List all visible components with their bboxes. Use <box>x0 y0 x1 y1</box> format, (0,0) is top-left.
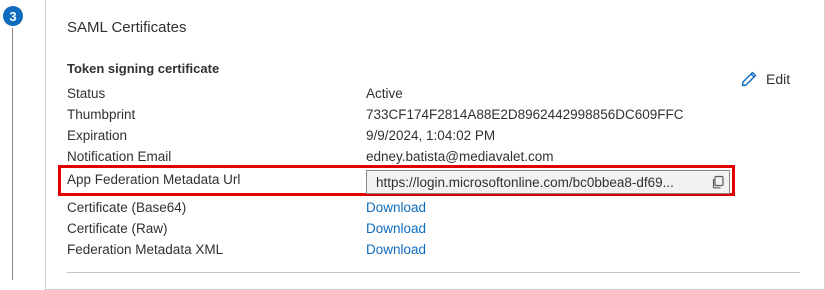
step-connector-line <box>12 28 13 280</box>
status-value: Active <box>366 86 403 101</box>
certificate-raw-download-link[interactable]: Download <box>366 221 426 236</box>
certificate-base64-label: Certificate (Base64) <box>67 200 187 215</box>
section-title: Token signing certificate <box>67 61 220 76</box>
section-divider <box>67 272 800 273</box>
notification-email-label: Notification Email <box>67 149 172 164</box>
thumbprint-value: 733CF174F2814A88E2D8962442998856DC609FFC <box>366 107 684 122</box>
copy-icon[interactable] <box>711 175 725 189</box>
federation-metadata-xml-label: Federation Metadata XML <box>67 242 224 257</box>
edit-button[interactable]: Edit <box>740 70 790 88</box>
certificate-raw-label: Certificate (Raw) <box>67 221 168 236</box>
step-number-badge: 3 <box>3 6 23 26</box>
expiration-value: 9/9/2024, 1:04:02 PM <box>366 128 496 143</box>
app-federation-metadata-url-value: https://login.microsoftonline.com/bc0bbe… <box>376 174 674 190</box>
app-federation-metadata-url-label: App Federation Metadata Url <box>67 172 241 187</box>
status-label: Status <box>67 86 106 101</box>
pencil-icon <box>741 71 757 87</box>
card-title: SAML Certificates <box>67 19 187 36</box>
notification-email-value: edney.batista@mediavalet.com <box>366 149 554 164</box>
federation-metadata-xml-download-link[interactable]: Download <box>366 242 426 257</box>
thumbprint-label: Thumbprint <box>67 107 136 122</box>
certificate-base64-download-link[interactable]: Download <box>366 200 426 215</box>
expiration-label: Expiration <box>67 128 128 143</box>
edit-label: Edit <box>766 71 791 87</box>
app-federation-metadata-url-field[interactable]: https://login.microsoftonline.com/bc0bbe… <box>366 170 730 194</box>
